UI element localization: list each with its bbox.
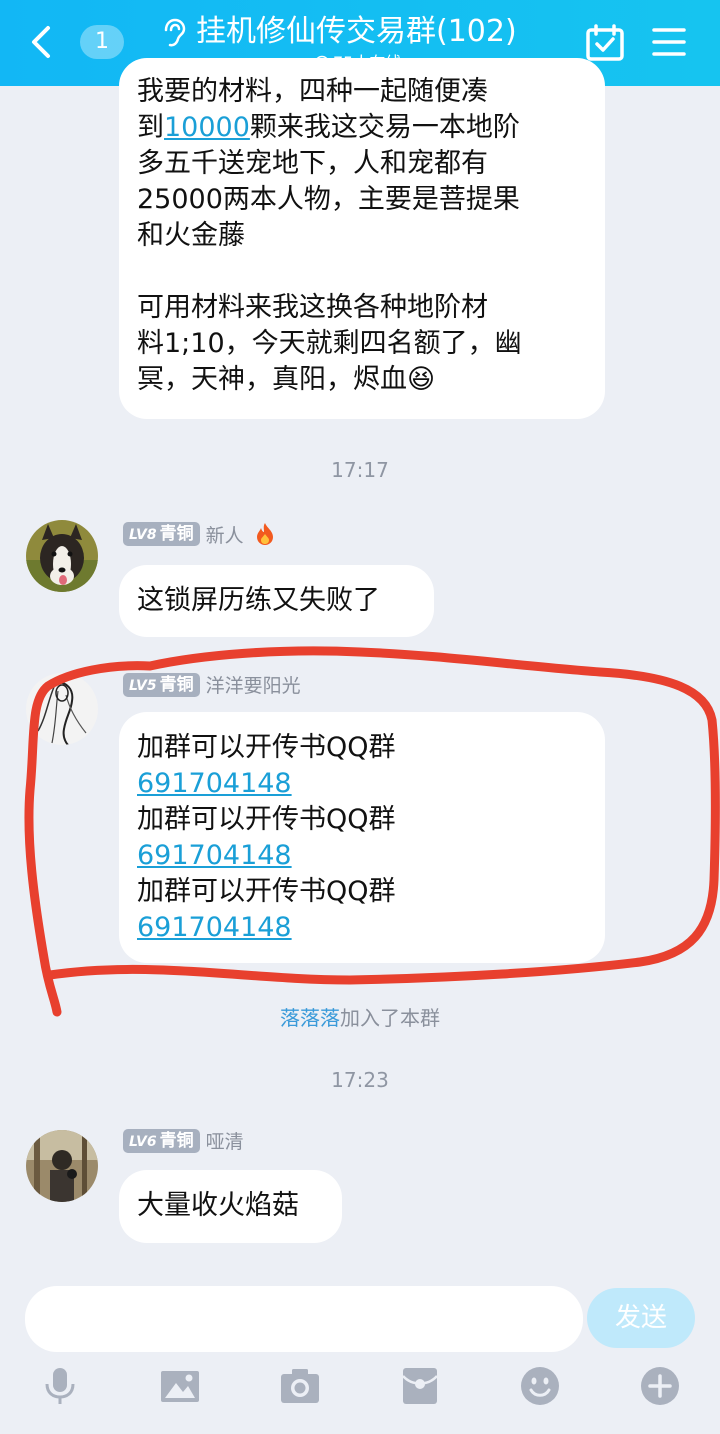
calendar-check-button[interactable] [585, 24, 625, 62]
camera-icon [281, 1369, 319, 1403]
more-button[interactable] [640, 1366, 680, 1406]
group-title[interactable]: 挂机修仙传交易群(102) [196, 12, 517, 52]
message-line: 加群可以开传书QQ群 [137, 876, 396, 907]
ear-icon [160, 18, 186, 48]
message-line: 多五千送宠地下，人和宠都有 [137, 148, 488, 179]
calendar-check-icon [586, 24, 624, 61]
message-line: 我要的材料，四种一起随便凑 [137, 76, 488, 107]
message-line: 料1;10，今天就剩四名额了，幽 [137, 328, 522, 359]
emoji-button[interactable] [520, 1366, 560, 1406]
message-line: 到10000颗来我这交易一本地阶 [137, 112, 520, 143]
back-button[interactable] [22, 22, 62, 62]
message-line: 和火金藤 [137, 220, 245, 251]
unread-count-badge[interactable]: 1 [80, 25, 124, 59]
message-input[interactable] [25, 1286, 583, 1352]
sender-meta: LV5 青铜 洋洋要阳光 [123, 673, 301, 699]
message-line: 25000两本人物，主要是菩提果 [137, 184, 520, 215]
message-line: 可用材料来我这换各种地阶材 [137, 292, 488, 323]
image-icon [161, 1371, 199, 1402]
image-button[interactable] [160, 1366, 200, 1406]
qq-group-number-link[interactable]: 691704148 [137, 912, 292, 943]
menu-button[interactable] [650, 25, 688, 59]
message-bubble[interactable]: 大量收火焰菇 [119, 1170, 342, 1243]
sender-nickname[interactable]: 洋洋要阳光 [206, 675, 301, 697]
sender-nickname[interactable]: 新人 [206, 525, 244, 547]
message-line: 加群可以开传书QQ群 [137, 732, 396, 763]
avatar-dog[interactable] [26, 520, 98, 592]
fire-icon [256, 523, 273, 545]
level-badge: LV6 青铜 [123, 1129, 200, 1153]
hamburger-menu-icon [652, 28, 686, 56]
sender-meta: LV6 青铜 哑清 [123, 1129, 244, 1155]
message-line: 加群可以开传书QQ群 [137, 804, 396, 835]
camera-button[interactable] [280, 1366, 320, 1406]
red-packet-icon [402, 1368, 438, 1404]
message-bubble[interactable]: 这锁屏历练又失败了 [119, 565, 434, 637]
microphone-icon [45, 1368, 75, 1404]
message-bubble-group-ad[interactable]: 加群可以开传书QQ群 691704148 加群可以开传书QQ群 69170414… [119, 712, 605, 963]
message-text: 这锁屏历练又失败了 [137, 585, 380, 616]
joined-member-name[interactable]: 落落落 [280, 1006, 340, 1030]
red-packet-button[interactable] [400, 1366, 440, 1406]
grin-emoji-icon: 😆 [407, 364, 436, 395]
level-badge: LV5 青铜 [123, 673, 200, 697]
sender-nickname[interactable]: 哑清 [206, 1131, 244, 1153]
plus-icon [641, 1367, 679, 1405]
message-line: 冥，天神，真阳，烬血😆 [137, 364, 436, 395]
level-badge: LV8 青铜 [123, 522, 200, 546]
timestamp: 17:23 [331, 1068, 389, 1092]
avatar-photo[interactable] [26, 1130, 98, 1202]
qq-group-number-link[interactable]: 691704148 [137, 840, 292, 871]
smiley-icon [521, 1367, 559, 1405]
avatar-ink-figure[interactable] [26, 673, 98, 745]
send-button[interactable]: 发送 [587, 1288, 695, 1348]
composer-bar: 发送 [0, 1268, 720, 1434]
chevron-left-icon [32, 26, 50, 58]
qq-group-number-link[interactable]: 691704148 [137, 768, 292, 799]
sender-meta: LV8 青铜 新人 [123, 522, 276, 548]
message-bubble-trade-offer[interactable]: 我要的材料，四种一起随便凑 到10000颗来我这交易一本地阶 多五千送宠地下，人… [119, 58, 605, 419]
timestamp: 17:17 [331, 458, 389, 482]
number-link[interactable]: 10000 [164, 112, 250, 143]
member-joined-notice: 落落落加入了本群 [280, 1006, 440, 1030]
message-text: 大量收火焰菇 [137, 1190, 299, 1221]
voice-button[interactable] [40, 1366, 80, 1406]
